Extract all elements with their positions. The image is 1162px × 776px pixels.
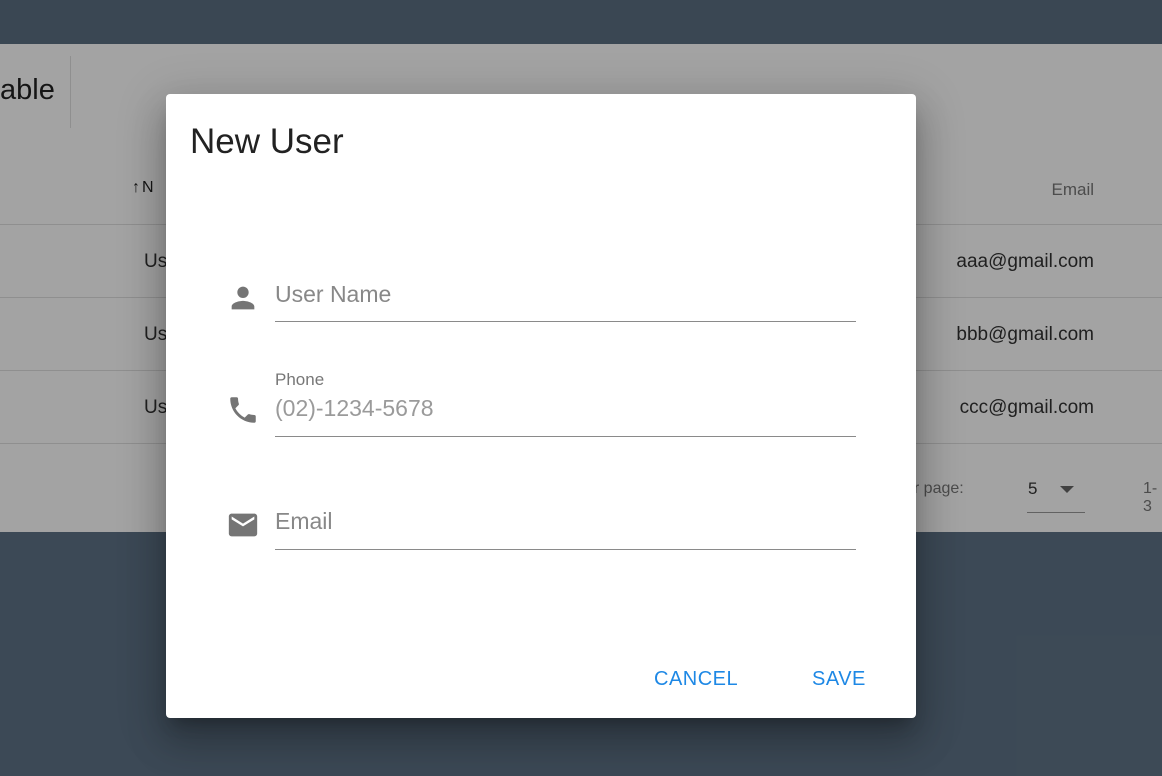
phone-field: Phone bbox=[226, 370, 856, 438]
dialog-title: New User bbox=[190, 122, 344, 161]
person-icon bbox=[231, 286, 255, 310]
dialog-actions: CANCEL SAVE bbox=[166, 654, 916, 704]
phone-label: Phone bbox=[275, 370, 325, 389]
email-field bbox=[226, 504, 856, 552]
user-name-underline bbox=[275, 281, 856, 322]
phone-underline bbox=[275, 395, 856, 437]
user-name-input[interactable] bbox=[275, 281, 856, 308]
email-underline bbox=[275, 508, 856, 550]
save-button[interactable]: SAVE bbox=[802, 662, 876, 697]
cancel-button[interactable]: CANCEL bbox=[644, 662, 748, 697]
email-input[interactable] bbox=[275, 508, 856, 535]
user-name-field bbox=[226, 277, 856, 323]
email-icon bbox=[228, 513, 258, 537]
phone-icon bbox=[230, 397, 256, 423]
new-user-dialog: New User Phone CANCEL SAVE bbox=[166, 94, 916, 718]
phone-input[interactable] bbox=[275, 395, 856, 422]
